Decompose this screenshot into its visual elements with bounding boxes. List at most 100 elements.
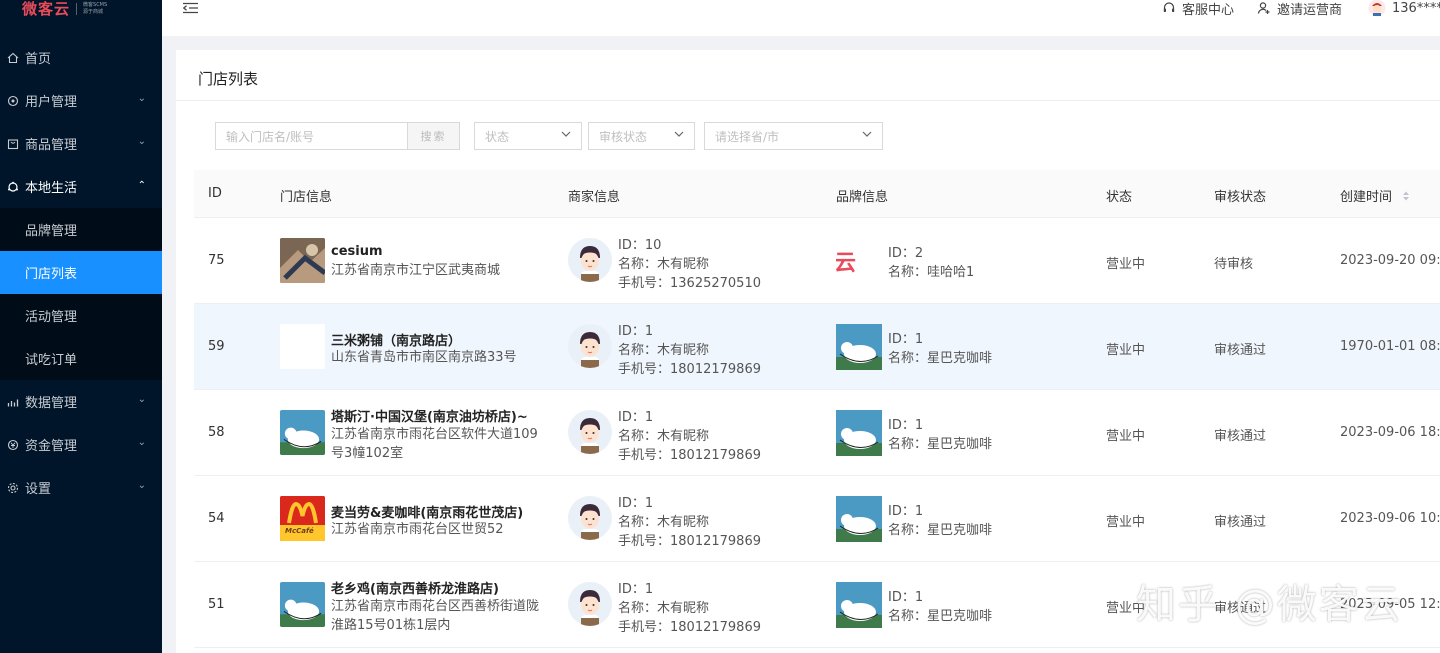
merchant-id: ID：10 <box>618 238 662 253</box>
audit-status: 审核通过 <box>1214 343 1267 358</box>
customer-service-label: 客服中心 <box>1182 2 1235 18</box>
brand-id: ID：1 <box>888 418 924 433</box>
sidebar-submenu-local-life: 品牌管理 门店列表 活动管理 试吃订单 <box>0 208 162 380</box>
audit-status: 待审核 <box>1214 257 1254 272</box>
sidebar-item-label: 商品管理 <box>25 138 78 153</box>
store-status: 营业中 <box>1106 429 1146 444</box>
mccafe-logo-text: McCafé <box>285 527 314 535</box>
row-id: 54 <box>208 511 225 526</box>
sidebar-item-label: 设置 <box>25 482 52 497</box>
column-header-id: ID <box>208 186 222 201</box>
column-header-created-label: 创建时间 <box>1340 190 1393 205</box>
page-title: 门店列表 <box>198 70 259 88</box>
sidebar-subitem-brand[interactable]: 品牌管理 <box>0 208 162 251</box>
store-status: 营业中 <box>1106 343 1146 358</box>
status-select[interactable]: 状态 <box>474 122 582 150</box>
region-select[interactable]: 请选择省/市 <box>704 122 883 150</box>
sort-icon[interactable] <box>1402 190 1410 202</box>
chevron-up-icon: ⌃ <box>137 180 146 191</box>
merchant-id: ID：1 <box>618 324 654 339</box>
sidebar-item-home[interactable]: 首页 <box>0 36 162 79</box>
created-time: 2023-09-06 18:5 <box>1340 425 1440 440</box>
sidebar-item-users[interactable]: 用户管理 ⌄ <box>0 79 162 122</box>
home-icon <box>6 51 19 64</box>
store-name[interactable]: 麦当劳&麦咖啡(南京雨花世茂店) <box>331 502 523 521</box>
customer-service-button[interactable]: 客服中心 <box>1162 0 1235 18</box>
audit-status: 审核通过 <box>1214 515 1267 530</box>
store-image <box>280 582 325 627</box>
table-row[interactable]: 75 cesium 江苏省南京市江宁区武夷商城 ID：10 名称：木有昵称 手机… <box>194 218 1440 304</box>
store-address: 江苏省南京市江宁区武夷商城 <box>331 263 501 278</box>
merchant-name: 名称：木有昵称 <box>618 429 710 444</box>
location-icon <box>6 180 19 193</box>
brand-name: 名称：星巴克咖啡 <box>888 437 993 452</box>
sidebar-item-settings[interactable]: 设置 ⌄ <box>0 466 162 509</box>
sidebar-subitem-trial-orders[interactable]: 试吃订单 <box>0 337 162 380</box>
row-id: 75 <box>208 253 225 268</box>
store-status: 营业中 <box>1106 515 1146 530</box>
app-logo[interactable]: 微客云 微客SCMS 源于商城 <box>22 0 107 18</box>
chevron-down-icon <box>561 131 571 137</box>
column-header-created[interactable]: 创建时间 <box>1340 186 1410 205</box>
invite-operator-label: 邀请运营商 <box>1277 2 1343 18</box>
watermark: 知乎 @微客云 <box>1136 582 1403 628</box>
store-name[interactable]: 三米粥铺（南京路店） <box>331 330 461 349</box>
store-name[interactable]: 塔斯汀·中国汉堡(南京油坊桥店)~ <box>331 406 528 425</box>
user-add-icon <box>1257 2 1270 14</box>
brand-logo <box>836 324 882 370</box>
status-placeholder: 状态 <box>485 129 510 144</box>
sidebar-item-local-life[interactable]: 本地生活 ⌃ <box>0 165 162 208</box>
sidebar-item-label: 资金管理 <box>25 439 78 454</box>
brand-logo-text: 云 <box>836 251 857 276</box>
store-address: 江苏省南京市雨花台区世贸52 <box>331 522 504 537</box>
menu-fold-icon[interactable] <box>182 2 200 14</box>
sidebar-item-goods[interactable]: 商品管理 ⌄ <box>0 122 162 165</box>
sidebar-item-data[interactable]: 数据管理 ⌄ <box>0 380 162 423</box>
merchant-avatar <box>568 496 612 540</box>
row-id: 59 <box>208 339 225 354</box>
sidebar: 微客云 微客SCMS 源于商城 首页 用户管理 ⌄ 商品管理 ⌄ 本地生活 ⌃ 品… <box>0 0 162 653</box>
sidebar-subitem-activity[interactable]: 活动管理 <box>0 294 162 337</box>
created-time: 2023-09-06 10:0 <box>1340 511 1440 526</box>
sidebar-item-label: 用户管理 <box>25 95 78 110</box>
store-name[interactable]: 老乡鸡(南京西善桥龙淮路店) <box>331 578 499 597</box>
sidebar-item-funds[interactable]: 资金管理 ⌄ <box>0 423 162 466</box>
created-time: 1970-01-01 08:0 <box>1340 339 1440 354</box>
sidebar-item-label: 首页 <box>25 52 52 67</box>
merchant-avatar <box>568 582 612 626</box>
table-row[interactable]: 54 McCafé 麦当劳&麦咖啡(南京雨花世茂店) 江苏省南京市雨花台区世贸5… <box>194 476 1440 562</box>
chevron-down-icon <box>674 131 684 137</box>
column-header-brand: 品牌信息 <box>836 190 889 205</box>
chevron-down-icon: ⌄ <box>137 437 146 448</box>
merchant-name: 名称：木有昵称 <box>618 601 710 616</box>
logo-subtext: 微客SCMS 源于商城 <box>83 2 108 15</box>
region-placeholder: 请选择省/市 <box>715 129 780 144</box>
search-placeholder: 输入门店名/账号 <box>226 129 315 144</box>
merchant-id: ID：1 <box>618 496 654 511</box>
sidebar-subitem-store-list[interactable]: 门店列表 <box>0 251 162 294</box>
chart-icon <box>6 395 19 408</box>
chevron-down-icon <box>862 131 872 137</box>
chevron-down-icon: ⌄ <box>137 480 146 491</box>
store-name[interactable]: cesium <box>331 244 383 259</box>
audit-status-select[interactable]: 审核状态 <box>588 122 695 150</box>
brand-id: ID：2 <box>888 246 924 261</box>
search-button[interactable]: 搜索 <box>407 122 460 150</box>
user-name: 136**** <box>1392 0 1440 16</box>
store-list-card: 门店列表 输入门店名/账号 搜索 状态 审核状态 请选择省/市 ID 门店信息 … <box>176 50 1440 653</box>
row-id: 51 <box>208 597 225 612</box>
merchant-phone: 手机号：13625270510 <box>618 276 761 291</box>
store-address: 山东省青岛市市南区南京路33号 <box>331 350 517 365</box>
search-input[interactable]: 输入门店名/账号 <box>215 122 408 150</box>
table-row[interactable]: 58 塔斯汀·中国汉堡(南京油坊桥店)~ 江苏省南京市雨花台区软件大道109号3… <box>194 390 1440 476</box>
brand-logo <box>836 582 882 628</box>
chevron-down-icon: ⌄ <box>137 93 146 104</box>
store-image <box>280 324 325 369</box>
invite-operator-button[interactable]: 邀请运营商 <box>1257 0 1343 18</box>
merchant-phone: 手机号：18012179869 <box>618 620 761 635</box>
logo-brand-text: 微客云 <box>22 0 71 18</box>
user-menu[interactable]: 136**** <box>1368 0 1440 17</box>
table-row[interactable]: 59 三米粥铺（南京路店） 山东省青岛市市南区南京路33号 ID：1 名称：木有… <box>194 304 1440 390</box>
card-divider <box>176 100 1440 101</box>
table-header: ID 门店信息 商家信息 品牌信息 状态 审核状态 创建时间 <box>194 170 1440 218</box>
